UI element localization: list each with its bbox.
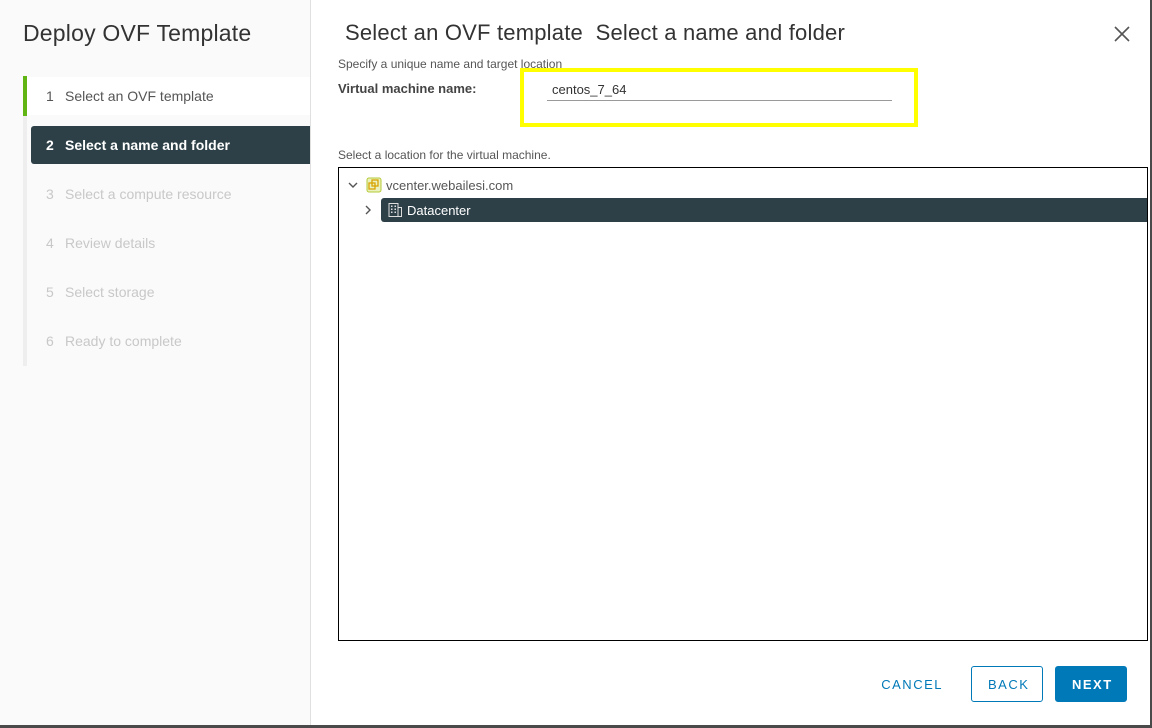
step-label: Select an OVF template [65, 88, 214, 104]
vcenter-icon [366, 177, 382, 193]
step-number: 4 [46, 235, 54, 251]
vm-name-label: Virtual machine name: [338, 81, 477, 96]
page-title: Select an OVF template Select a name and… [345, 20, 845, 45]
tree-node-datacenter[interactable]: Datacenter [361, 198, 1147, 222]
tree-node-selected[interactable]: Datacenter [381, 198, 1147, 222]
next-button[interactable]: NEXT [1055, 666, 1127, 702]
step-label: Select a compute resource [65, 186, 232, 202]
vm-name-input[interactable] [547, 78, 892, 101]
step-review-details: 4 Review details [27, 224, 310, 262]
chevron-down-icon[interactable] [346, 178, 360, 192]
tree-node-label: vcenter.webailesi.com [386, 177, 514, 193]
back-button[interactable]: BACK [971, 666, 1043, 702]
cancel-button[interactable]: CANCEL [865, 666, 959, 702]
step-number: 3 [46, 186, 54, 202]
step-select-storage: 5 Select storage [27, 273, 310, 311]
step-number: 1 [46, 88, 54, 104]
step-select-name-folder[interactable]: 2 Select a name and folder [31, 126, 310, 164]
wizard-title: Deploy OVF Template [23, 20, 252, 46]
step-number: 6 [46, 333, 54, 349]
step-label: Select a name and folder [65, 137, 230, 153]
tree-node-vcenter[interactable]: vcenter.webailesi.com [346, 173, 513, 197]
close-icon [1114, 26, 1130, 42]
datacenter-icon [387, 202, 403, 218]
wizard-footer: CANCEL BACK NEXT [865, 666, 1127, 702]
deploy-ovf-modal: Deploy OVF Template 1 Select an OVF temp… [0, 0, 1150, 725]
step-number: 5 [46, 284, 54, 300]
wizard-content: Select an OVF template Select a name and… [311, 0, 1150, 725]
location-tree: vcenter.webailesi.com Datacenter [338, 167, 1148, 641]
step-number: 2 [46, 137, 54, 153]
tree-node-label: Datacenter [407, 202, 471, 218]
step-label: Select storage [65, 284, 155, 300]
step-select-compute-resource: 3 Select a compute resource [27, 175, 310, 213]
step-label: Ready to complete [65, 333, 182, 349]
step-select-ovf-template[interactable]: 1 Select an OVF template [23, 76, 310, 116]
close-button[interactable] [1112, 24, 1132, 44]
step-ready-to-complete: 6 Ready to complete [27, 322, 310, 360]
chevron-right-icon[interactable] [361, 203, 375, 217]
wizard-sidebar: Deploy OVF Template 1 Select an OVF temp… [0, 0, 311, 725]
location-label: Select a location for the virtual machin… [338, 148, 551, 162]
step-label: Review details [65, 235, 156, 251]
wizard-steps: 1 Select an OVF template 2 Select a name… [23, 76, 310, 366]
